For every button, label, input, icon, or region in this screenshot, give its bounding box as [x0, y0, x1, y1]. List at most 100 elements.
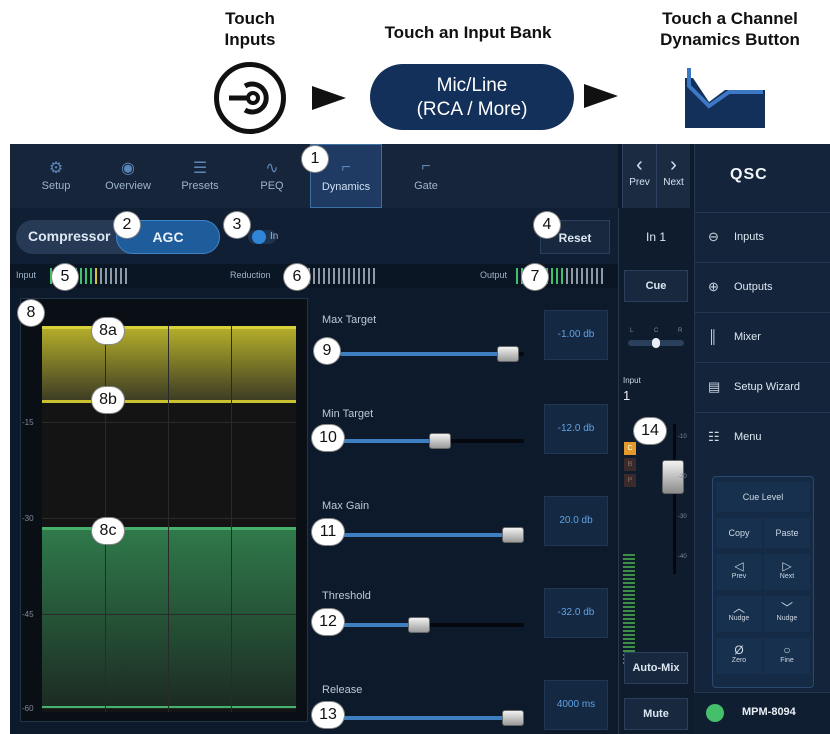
sidebar-item-menu[interactable]: ☷ Menu — [694, 412, 830, 462]
fader-tick: -30 — [678, 514, 687, 520]
fader-tick: -20 — [678, 474, 687, 480]
max-gain-fill — [340, 533, 524, 537]
threshold-fill — [340, 623, 417, 627]
fader-tick: -40 — [678, 554, 687, 560]
channel-level-meter — [623, 554, 635, 664]
gear-icon: ⚙ — [48, 160, 64, 177]
callout-13: 13 — [312, 702, 344, 728]
fader-track[interactable] — [673, 424, 676, 574]
min-target-label: Min Target — [322, 408, 374, 420]
min-target-line[interactable] — [42, 400, 296, 403]
paste-button[interactable]: Paste — [764, 518, 810, 548]
input-bank-button[interactable]: Mic/Line (RCA / More) — [370, 64, 574, 130]
sidebar-item-inputs[interactable]: ⊖ Inputs — [694, 212, 830, 262]
input-icon: ⊖ — [708, 229, 719, 244]
callout-4: 4 — [534, 212, 560, 238]
sidebar-item-mixer[interactable]: ║ Mixer — [694, 312, 830, 362]
release-slider-knob[interactable] — [502, 710, 524, 726]
pan-center-label: C — [654, 328, 659, 334]
max-gain-label: Max Gain — [322, 500, 370, 512]
callout-8c: 8c — [92, 518, 124, 544]
output-icon: ⊕ — [708, 279, 719, 294]
tab-overview[interactable]: ◉ Overview — [92, 144, 164, 208]
pan-left-label: L — [630, 328, 634, 334]
zero-slash-icon: Ø — [734, 643, 744, 657]
max-target-line[interactable] — [42, 326, 296, 329]
min-target-value[interactable]: -12.0 db — [544, 404, 608, 454]
max-target-value[interactable]: -1.00 db — [544, 310, 608, 360]
qsc-logo: QSC — [730, 166, 768, 183]
compressor-mode-button[interactable]: Compressor — [28, 228, 110, 244]
tab-peq[interactable]: ∿ PEQ — [236, 144, 308, 208]
zero-label: Zero — [731, 657, 747, 664]
arrow-right-icon — [312, 86, 346, 110]
step2-instruction: Touch an Input Bank — [384, 23, 552, 42]
mixer-icon: ║ — [708, 329, 718, 344]
copy-button[interactable]: Copy — [716, 518, 762, 548]
input-label: Input — [623, 376, 641, 385]
layer-c-button[interactable]: C — [624, 442, 636, 455]
max-gain-slider-knob[interactable] — [502, 527, 524, 543]
fader-tick: -10 — [678, 434, 687, 440]
sidebar-item-setup-wizard[interactable]: ▤ Setup Wizard — [694, 362, 830, 412]
input-number: 1 — [623, 388, 631, 403]
menu-icon: ☷ — [708, 429, 720, 444]
pan-knob[interactable] — [652, 338, 660, 348]
threshold-value[interactable]: -32.0 db — [544, 588, 608, 638]
max-target-slider-knob[interactable] — [497, 346, 519, 362]
min-target-slider-knob[interactable] — [429, 433, 451, 449]
sliders-icon: ☰ — [192, 160, 208, 177]
next-channel-button[interactable]: › Next — [656, 144, 690, 208]
max-gain-line[interactable] — [42, 527, 296, 530]
pan-right-label: R — [678, 328, 683, 334]
layer-p-button[interactable]: P — [624, 474, 636, 487]
tab-presets[interactable]: ☰ Presets — [164, 144, 236, 208]
cue-button[interactable]: Cue — [624, 270, 688, 302]
nudge-up-button[interactable]: ︿ Nudge — [716, 596, 762, 632]
tab-label: Setup — [41, 180, 71, 192]
reduction-meter-label: Reduction — [230, 270, 271, 280]
threshold-slider-knob[interactable] — [408, 617, 430, 633]
eq-curve-icon: ∿ — [265, 160, 279, 177]
next-label: Next — [663, 177, 684, 188]
triangle-right-icon: ▷ — [782, 559, 792, 573]
max-gain-value[interactable]: 20.0 db — [544, 496, 608, 546]
callout-2: 2 — [114, 212, 140, 238]
callout-3: 3 — [224, 212, 250, 238]
grid-line — [42, 614, 296, 615]
keypad-prev-label: Prev — [731, 573, 747, 580]
threshold-label: Threshold — [322, 590, 371, 602]
grid-line — [231, 326, 232, 712]
chevron-down-icon: ﹀ — [780, 601, 793, 615]
zero-button[interactable]: Ø Zero — [716, 638, 762, 674]
fine-button[interactable]: ○ Fine — [764, 638, 810, 674]
target-range-band — [42, 326, 296, 402]
wifi-icon — [706, 704, 724, 722]
tab-gate[interactable]: ⌐ Gate — [390, 144, 462, 208]
release-value[interactable]: 4000 ms — [544, 680, 608, 730]
mute-button[interactable]: Mute — [624, 698, 688, 730]
callout-14: 14 — [634, 418, 666, 444]
sidebar-item-outputs[interactable]: ⊕ Outputs — [694, 262, 830, 312]
tab-label: Overview — [105, 180, 151, 192]
channel-dynamics-button-icon[interactable] — [685, 66, 765, 128]
circle-icon: ○ — [783, 643, 791, 657]
prev-channel-button[interactable]: ‹ Prev — [622, 144, 656, 208]
layer-b-button[interactable]: B — [624, 458, 636, 471]
callout-5: 5 — [52, 264, 78, 290]
chevron-left-icon: ‹ — [636, 154, 643, 176]
keypad-next-button[interactable]: ▷ Next — [764, 554, 810, 590]
min-target-fill — [340, 439, 441, 443]
inputs-icon[interactable] — [214, 62, 286, 134]
nudge-down-button[interactable]: ﹀ Nudge — [764, 596, 810, 632]
keypad-prev-button[interactable]: ◁ Prev — [716, 554, 762, 590]
callout-8: 8 — [18, 300, 44, 326]
callout-1: 1 — [302, 146, 328, 172]
cue-level-button[interactable]: Cue Level — [716, 482, 810, 512]
y-tick-label: -30 — [22, 514, 34, 523]
auto-mix-button[interactable]: Auto-Mix — [624, 652, 688, 684]
gate-icon: ⌐ — [421, 158, 431, 175]
channel-name: In 1 — [645, 230, 666, 244]
sidebar-item-label: Menu — [734, 431, 762, 443]
tab-setup[interactable]: ⚙ Setup — [20, 144, 92, 208]
